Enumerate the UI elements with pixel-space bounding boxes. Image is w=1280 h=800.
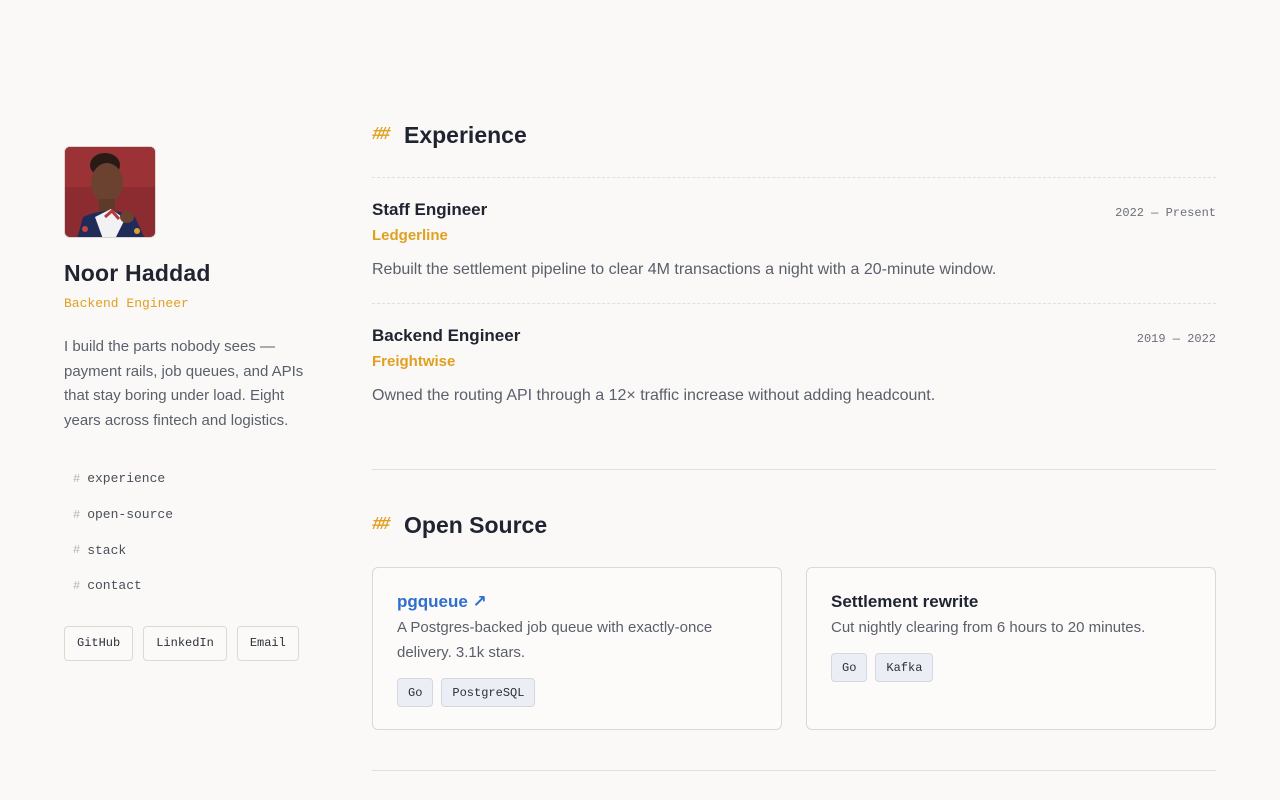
tag: PostgreSQL <box>441 678 536 707</box>
avatar-photo <box>65 147 155 237</box>
github-link[interactable]: GitHub <box>64 625 134 661</box>
project-card: pgqueue ↗ A Postgres-backed job queue wi… <box>372 567 782 730</box>
job-company: Ledgerline <box>372 227 448 244</box>
section-divider <box>372 770 1216 771</box>
job-company: Freightwise <box>372 353 456 370</box>
section-nav: # experience # open-source # stack # con… <box>64 461 314 604</box>
hash-icon: # <box>73 578 81 593</box>
project-card: Settlement rewrite Cut nightly clearing … <box>806 567 1216 730</box>
job-entry: Staff Engineer 2022 — Present Ledgerline… <box>372 177 1216 303</box>
open-source-heading: ## Open Source <box>372 510 547 540</box>
nav-item-label: experience <box>87 471 166 487</box>
profile-name: Noor Haddad <box>64 260 211 286</box>
tag: Go <box>397 678 434 707</box>
nav-item-label: stack <box>87 542 127 558</box>
nav-item-open-source[interactable]: # open-source <box>64 497 314 533</box>
nav-item-experience[interactable]: # experience <box>64 461 314 497</box>
page: Noor Haddad Backend Engineer I build the… <box>0 0 1280 800</box>
tag: Kafka <box>875 653 934 682</box>
project-tags: Go Kafka <box>831 653 1191 682</box>
experience-heading: ## Experience <box>372 120 527 150</box>
project-link[interactable]: pgqueue ↗ <box>397 592 487 611</box>
hash-icon: # <box>73 507 81 522</box>
sidebar: Noor Haddad Backend Engineer I build the… <box>64 146 314 661</box>
experience-list: Staff Engineer 2022 — Present Ledgerline… <box>372 177 1216 429</box>
project-description: A Postgres-backed job queue with exactly… <box>397 619 713 661</box>
job-entry: Backend Engineer 2019 — 2022 Freightwise… <box>372 303 1216 429</box>
job-title: Backend Engineer <box>372 326 521 345</box>
job-title: Staff Engineer <box>372 200 488 219</box>
section-divider <box>372 469 1216 470</box>
hash-icon: # <box>73 471 81 486</box>
social-links: GitHub LinkedIn Email <box>64 625 314 661</box>
profile-bio: I build the parts nobody sees — payment … <box>64 338 304 429</box>
project-title: Settlement rewrite <box>831 592 979 611</box>
section-mark-icon: ## <box>372 125 391 145</box>
project-cards: pgqueue ↗ A Postgres-backed job queue wi… <box>372 567 1216 730</box>
tag: Go <box>831 653 868 682</box>
section-mark-icon: ## <box>372 515 391 535</box>
hash-icon: # <box>73 543 81 558</box>
project-tags: Go PostgreSQL <box>397 678 757 707</box>
job-description: Owned the routing API through a 12× traf… <box>372 387 936 404</box>
job-dates: 2019 — 2022 <box>1136 332 1216 346</box>
nav-item-label: open-source <box>87 507 174 523</box>
linkedin-link[interactable]: LinkedIn <box>143 625 227 661</box>
job-dates: 2022 — Present <box>1115 206 1216 220</box>
nav-item-contact[interactable]: # contact <box>64 568 314 604</box>
open-source-title: Open Source <box>404 511 548 538</box>
nav-item-label: contact <box>87 578 142 594</box>
email-link[interactable]: Email <box>236 625 299 661</box>
experience-title: Experience <box>404 121 527 148</box>
job-description: Rebuilt the settlement pipeline to clear… <box>372 261 997 278</box>
avatar <box>64 146 156 238</box>
profile-role: Backend Engineer <box>64 296 189 311</box>
nav-item-stack[interactable]: # stack <box>64 532 314 568</box>
project-description: Cut nightly clearing from 6 hours to 20 … <box>831 619 1146 636</box>
